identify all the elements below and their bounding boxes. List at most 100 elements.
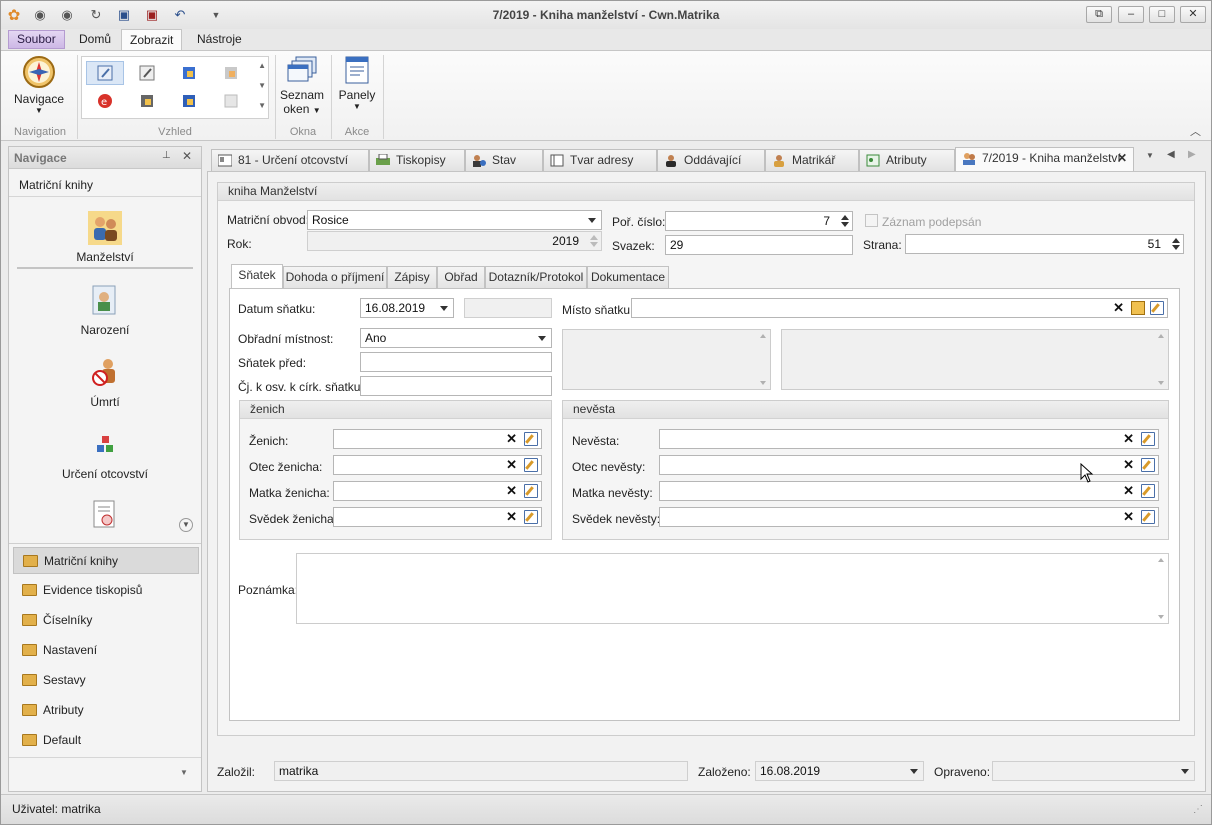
clear-icon[interactable]: ✕ (506, 484, 517, 498)
clear-icon[interactable]: ✕ (1123, 432, 1134, 446)
seznam-oken-button[interactable]: Seznam oken ▼ (279, 55, 325, 116)
edit-icon[interactable] (524, 510, 538, 524)
svazek-field[interactable]: 29 (665, 235, 853, 255)
form-tab-obrad[interactable]: Obřad (437, 266, 485, 288)
misto-snatku-field[interactable]: ✕ (631, 298, 1168, 318)
svedek-zenicha-field[interactable]: ✕ (333, 507, 542, 527)
form-tab-snatek[interactable]: Sňatek (231, 264, 283, 289)
gallery-down-icon[interactable]: ▼ (258, 81, 266, 90)
nav-folder-ciselniky[interactable]: Číselníky (13, 607, 199, 634)
clear-icon[interactable]: ✕ (506, 432, 517, 446)
navigace-button[interactable]: Navigace ▼ (11, 55, 67, 115)
datum-snatku-field[interactable]: 16.08.2019 (360, 298, 454, 318)
nav-item-narozeni[interactable]: Narození (9, 284, 201, 337)
clear-icon[interactable]: ✕ (506, 510, 517, 524)
form-tab-zapisy[interactable]: Zápisy (387, 266, 437, 288)
clear-icon[interactable]: ✕ (1123, 484, 1134, 498)
edit-icon[interactable] (1150, 301, 1164, 315)
tab-domu[interactable]: Domů (71, 29, 119, 50)
doc-tab-tvar-adresy[interactable]: Tvar adresy (543, 149, 657, 171)
skin-8-icon[interactable] (212, 89, 250, 113)
doc-tab-tiskopisy[interactable]: Tiskopisy (369, 149, 465, 171)
form-tab-dotaznik[interactable]: Dotazník/Protokol (485, 266, 587, 288)
edit-icon[interactable] (524, 484, 538, 498)
nav-item-umrti[interactable]: Úmrtí (9, 356, 201, 409)
nav-folder-matricni-knihy[interactable]: Matriční knihy (13, 547, 199, 574)
nav-item-dokument[interactable] (9, 499, 201, 534)
form-tab-dokumentace[interactable]: Dokumentace (587, 266, 669, 288)
form-tab-dohoda[interactable]: Dohoda o příjmení (283, 266, 387, 288)
zalozeno-field[interactable]: 16.08.2019 (755, 761, 924, 781)
nav-item-manzelstvi[interactable]: Manželství (9, 211, 201, 264)
collapse-ribbon-icon[interactable]: ︿ (1190, 123, 1201, 139)
tab-scroll-left-icon[interactable]: ◀ (1167, 149, 1175, 160)
edit-icon[interactable] (1141, 484, 1155, 498)
skin-2-icon[interactable] (128, 61, 166, 85)
strana-field[interactable]: 51 (905, 234, 1184, 254)
nav-folder-evidence-tiskopisu[interactable]: Evidence tiskopisů (13, 577, 199, 604)
nav-folder-nastaveni[interactable]: Nastavení (13, 637, 199, 664)
skin-1-icon[interactable] (86, 61, 124, 85)
misto-memo-right[interactable] (781, 329, 1169, 390)
clear-icon[interactable]: ✕ (1123, 510, 1134, 524)
close-button[interactable]: ✕ (1180, 6, 1206, 23)
matka-zenicha-field[interactable]: ✕ (333, 481, 542, 501)
matka-nevesty-field[interactable]: ✕ (659, 481, 1159, 501)
obradni-mistnost-select[interactable]: Ano (360, 328, 552, 348)
nav-folder-sestavy[interactable]: Sestavy (13, 667, 199, 694)
expand-more-icon[interactable]: ▼ (179, 518, 193, 532)
doc-tab-matrikar[interactable]: Matrikář (765, 149, 859, 171)
skin-3-icon[interactable] (170, 61, 208, 85)
doc-tab-urceni-otcovstvi[interactable]: 81 - Určení otcovství (211, 149, 369, 171)
clear-icon[interactable]: ✕ (1113, 301, 1124, 315)
skin-4-icon[interactable] (212, 61, 250, 85)
edit-icon[interactable] (1141, 432, 1155, 446)
datum-extra-field[interactable] (464, 298, 552, 318)
nav-configure-icon[interactable]: ▼ (180, 768, 188, 777)
vzhled-gallery[interactable]: e ▲ ▼ ▼ (81, 56, 269, 119)
doc-tab-atributy[interactable]: Atributy (859, 149, 955, 171)
lookup-icon[interactable] (1131, 301, 1145, 315)
tab-zobrazit[interactable]: Zobrazit (121, 29, 183, 51)
zaznam-podepsan-checkbox[interactable] (865, 214, 878, 227)
edit-icon[interactable] (524, 432, 538, 446)
nav-folder-atributy[interactable]: Atributy (13, 697, 199, 724)
doc-tab-stav[interactable]: Stav (465, 149, 543, 171)
gallery-more-icon[interactable]: ▼ (258, 101, 266, 110)
panely-button[interactable]: Panely ▼ (335, 55, 379, 111)
resize-grip-icon[interactable]: ⋰ (1193, 804, 1203, 815)
opraveno-field[interactable] (992, 761, 1195, 781)
zalozil-field[interactable]: matrika (274, 761, 688, 781)
gallery-up-icon[interactable]: ▲ (258, 61, 266, 70)
poznamka-field[interactable] (296, 553, 1169, 624)
misto-memo-left[interactable] (562, 329, 771, 390)
maximize-button[interactable]: □ (1149, 6, 1175, 23)
minimize-button[interactable]: – (1118, 6, 1144, 23)
snatek-pred-field[interactable] (360, 352, 552, 372)
otec-zenicha-field[interactable]: ✕ (333, 455, 542, 475)
doc-tab-oddavajici[interactable]: Oddávající (657, 149, 765, 171)
clear-icon[interactable]: ✕ (506, 458, 517, 472)
clear-icon[interactable]: ✕ (1123, 458, 1134, 472)
matricni-obvod-select[interactable]: Rosice (307, 210, 602, 230)
tab-soubor[interactable]: Soubor (8, 30, 65, 49)
restore-button[interactable]: ⧉ (1086, 6, 1112, 23)
rok-field[interactable]: 2019 (307, 231, 602, 251)
doc-tab-kniha-manzelstvi[interactable]: 7/2019 - Kniha manželství ✕ (955, 147, 1134, 172)
svedek-nevesty-field[interactable]: ✕ (659, 507, 1159, 527)
tab-nastroje[interactable]: Nástroje (189, 29, 250, 50)
tab-list-icon[interactable]: ▼ (1146, 151, 1154, 160)
nevesta-field[interactable]: ✕ (659, 429, 1159, 449)
zenich-field[interactable]: ✕ (333, 429, 542, 449)
close-pane-icon[interactable]: ✕ (182, 149, 192, 163)
tab-scroll-right-icon[interactable]: ▶ (1188, 149, 1196, 160)
por-cislo-field[interactable]: 7 (665, 211, 853, 231)
edit-icon[interactable] (524, 458, 538, 472)
edit-icon[interactable] (1141, 510, 1155, 524)
nav-item-urceni-otcovstvi[interactable]: Určení otcovství (9, 430, 201, 481)
edit-icon[interactable] (1141, 458, 1155, 472)
skin-6-icon[interactable] (128, 89, 166, 113)
nav-folder-default[interactable]: Default (13, 727, 199, 754)
skin-5-icon[interactable]: e (86, 89, 124, 113)
pin-icon[interactable]: ⊥ (162, 150, 171, 161)
